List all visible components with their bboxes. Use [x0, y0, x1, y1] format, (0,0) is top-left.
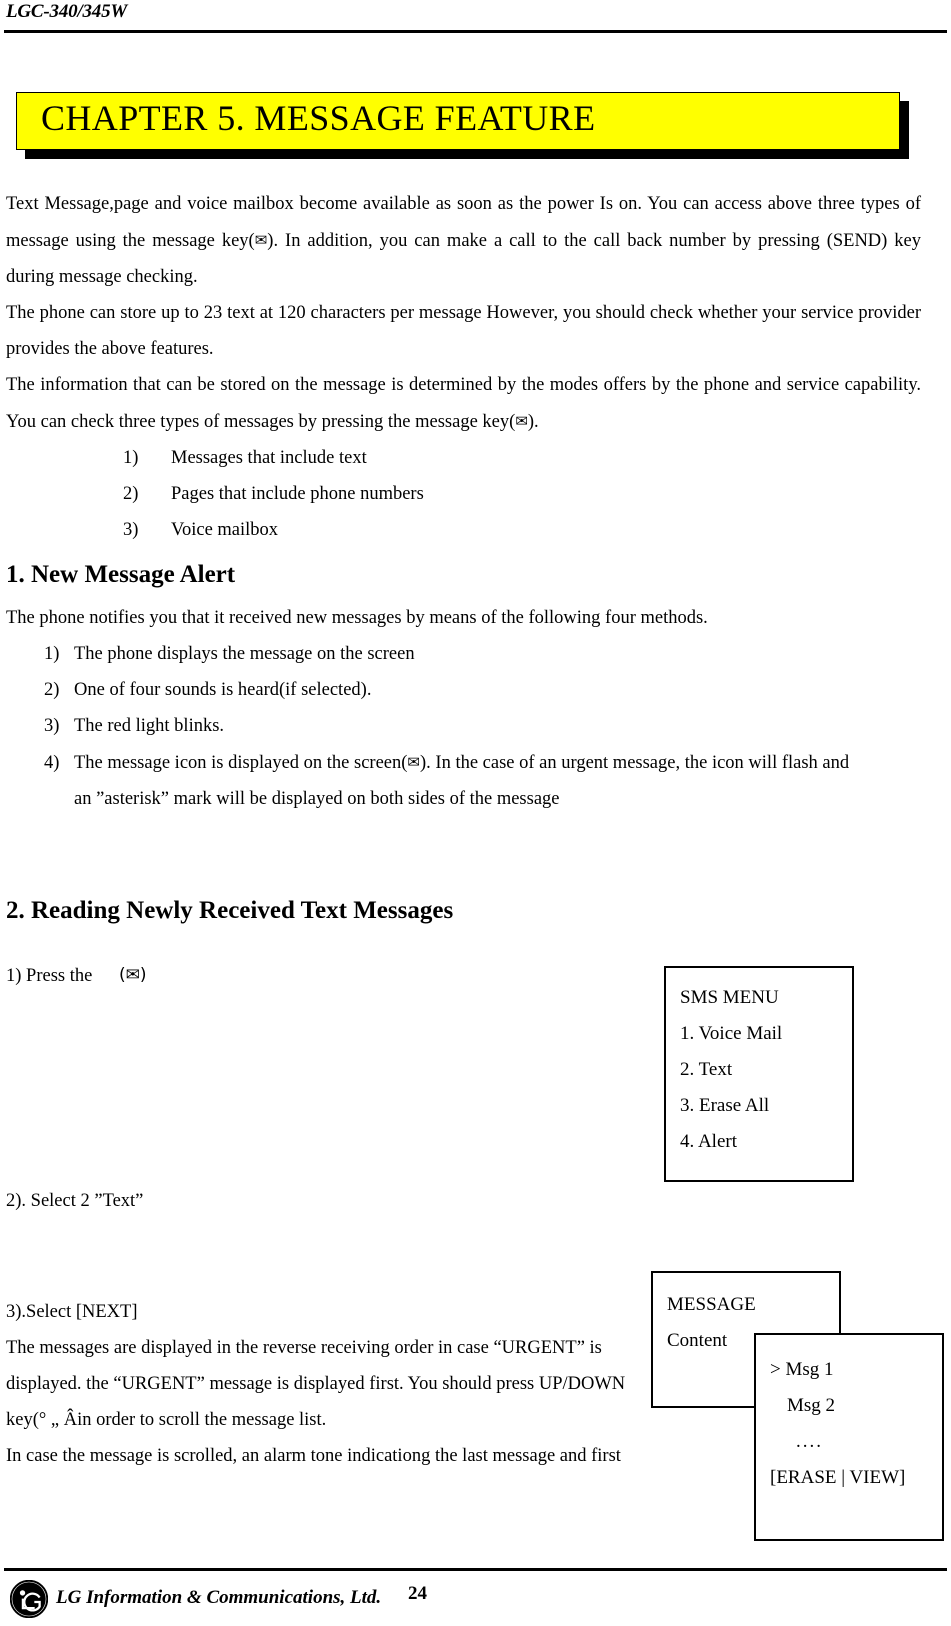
intro-body: Text Message,page and voice mailbox beco… [6, 186, 921, 548]
footer-company-name: LG Information & Communications, Ltd. [56, 1587, 382, 1608]
intro-paragraph-2: The phone can store up to 23 text at 120… [6, 303, 921, 359]
envelope-icon-parens: (✉) [118, 965, 147, 985]
envelope-icon: ✉ [407, 753, 420, 771]
list-item-label-wrap: an ”asterisk” mark will be displayed on … [74, 789, 560, 809]
section-2-step-3: 3).Select [NEXT] [6, 1302, 138, 1322]
chapter-title: CHAPTER 5. MESSAGE FEATURE [41, 98, 596, 138]
message-list-screen: > Msg 1 Msg 2 .... [ERASE | VIEW] [754, 1333, 944, 1541]
list-marker: 2) [123, 484, 139, 504]
header-model-name: LGC-340/345W [6, 1, 128, 22]
list-marker: 1) [123, 448, 139, 468]
new-message-alert-list: 1) The phone displays the message on the … [44, 636, 921, 817]
step-1-label: 1) Press the [6, 966, 93, 986]
sms-menu-item-erase-all: 3. Erase All [680, 1095, 770, 1116]
header-divider [4, 30, 947, 33]
list-item-label-cont: ). In the case of an urgent message, the… [420, 753, 850, 773]
list-marker: 1) [44, 644, 60, 664]
intro-p3-text-b: ). [527, 412, 539, 432]
section-1-body: The phone notifies you that it received … [6, 600, 921, 817]
sms-menu-title: SMS MENU [680, 987, 779, 1008]
sms-menu-screen: SMS MENU 1. Voice Mail 2. Text 3. Erase … [664, 966, 854, 1182]
section-1-heading: 1. New Message Alert [6, 561, 236, 588]
list-item: 1) Messages that include text [123, 440, 921, 476]
list-item: 4) The message icon is displayed on the s… [44, 744, 921, 817]
intro-p3-text-a: The information that can be stored on th… [6, 375, 921, 432]
page-header: LGC-340/345W [0, 0, 951, 38]
message-list-ellipsis: .... [796, 1431, 823, 1452]
list-marker: 3) [44, 716, 60, 736]
banner-fill: CHAPTER 5. MESSAGE FEATURE [16, 92, 900, 150]
message-list-item-2: Msg 2 [787, 1395, 836, 1416]
section-2-heading: 2. Reading Newly Received Text Messages [6, 897, 454, 924]
message-list-item-1: > Msg 1 [770, 1359, 834, 1380]
list-marker: 2) [44, 680, 60, 700]
envelope-icon: ✉ [515, 412, 528, 430]
page-number: 24 [408, 1583, 427, 1604]
sms-menu-item-voice-mail: 1. Voice Mail [680, 1023, 783, 1044]
page-footer: LG Information & Communications, Ltd. 24 [10, 1580, 910, 1622]
list-item: 2) Pages that include phone numbers [123, 476, 921, 512]
list-item: 3) The red light blinks. [44, 708, 921, 744]
intro-paragraph-1: Text Message,page and voice mailbox beco… [6, 186, 921, 295]
intro-paragraph-3: The information that can be stored on th… [6, 367, 921, 440]
message-types-list: 1) Messages that include text 2) Pages tha… [123, 440, 921, 548]
lg-logo-icon [10, 1580, 48, 1618]
list-item-label: One of four sounds is heard(if selected)… [74, 680, 372, 700]
list-item-label: Messages that include text [171, 448, 367, 468]
list-item: 3) Voice mailbox [123, 512, 921, 548]
list-item-label: The red light blinks. [74, 716, 225, 736]
sms-menu-item-alert: 4. Alert [680, 1131, 737, 1152]
section-1-intro: The phone notifies you that it received … [6, 608, 708, 628]
section-2-step-2: 2). Select 2 ”Text” [6, 1191, 144, 1211]
section-2-step-1: 1) Press the (✉) [6, 957, 146, 994]
envelope-icon: ✉ [254, 231, 268, 249]
message-list-softkeys: [ERASE | VIEW] [770, 1467, 906, 1488]
list-item-label: Pages that include phone numbers [171, 484, 424, 504]
list-marker: 4) [44, 753, 60, 773]
list-item-label: The phone displays the message on the sc… [74, 644, 415, 664]
list-item: 1) The phone displays the message on the … [44, 636, 921, 672]
footer-divider [4, 1568, 947, 1571]
list-item-label: Voice mailbox [171, 520, 279, 540]
manual-page: LGC-340/345W CHAPTER 5. MESSAGE FEATURE … [0, 0, 951, 1626]
message-screen-title: MESSAGE [667, 1294, 756, 1315]
list-marker: 3) [123, 520, 139, 540]
list-item-label: The message icon is displayed on the scr… [74, 753, 408, 773]
chapter-banner: CHAPTER 5. MESSAGE FEATURE [16, 92, 909, 162]
list-item: 2) One of four sounds is heard(if selecte… [44, 672, 921, 708]
sms-menu-item-text: 2. Text [680, 1059, 733, 1080]
